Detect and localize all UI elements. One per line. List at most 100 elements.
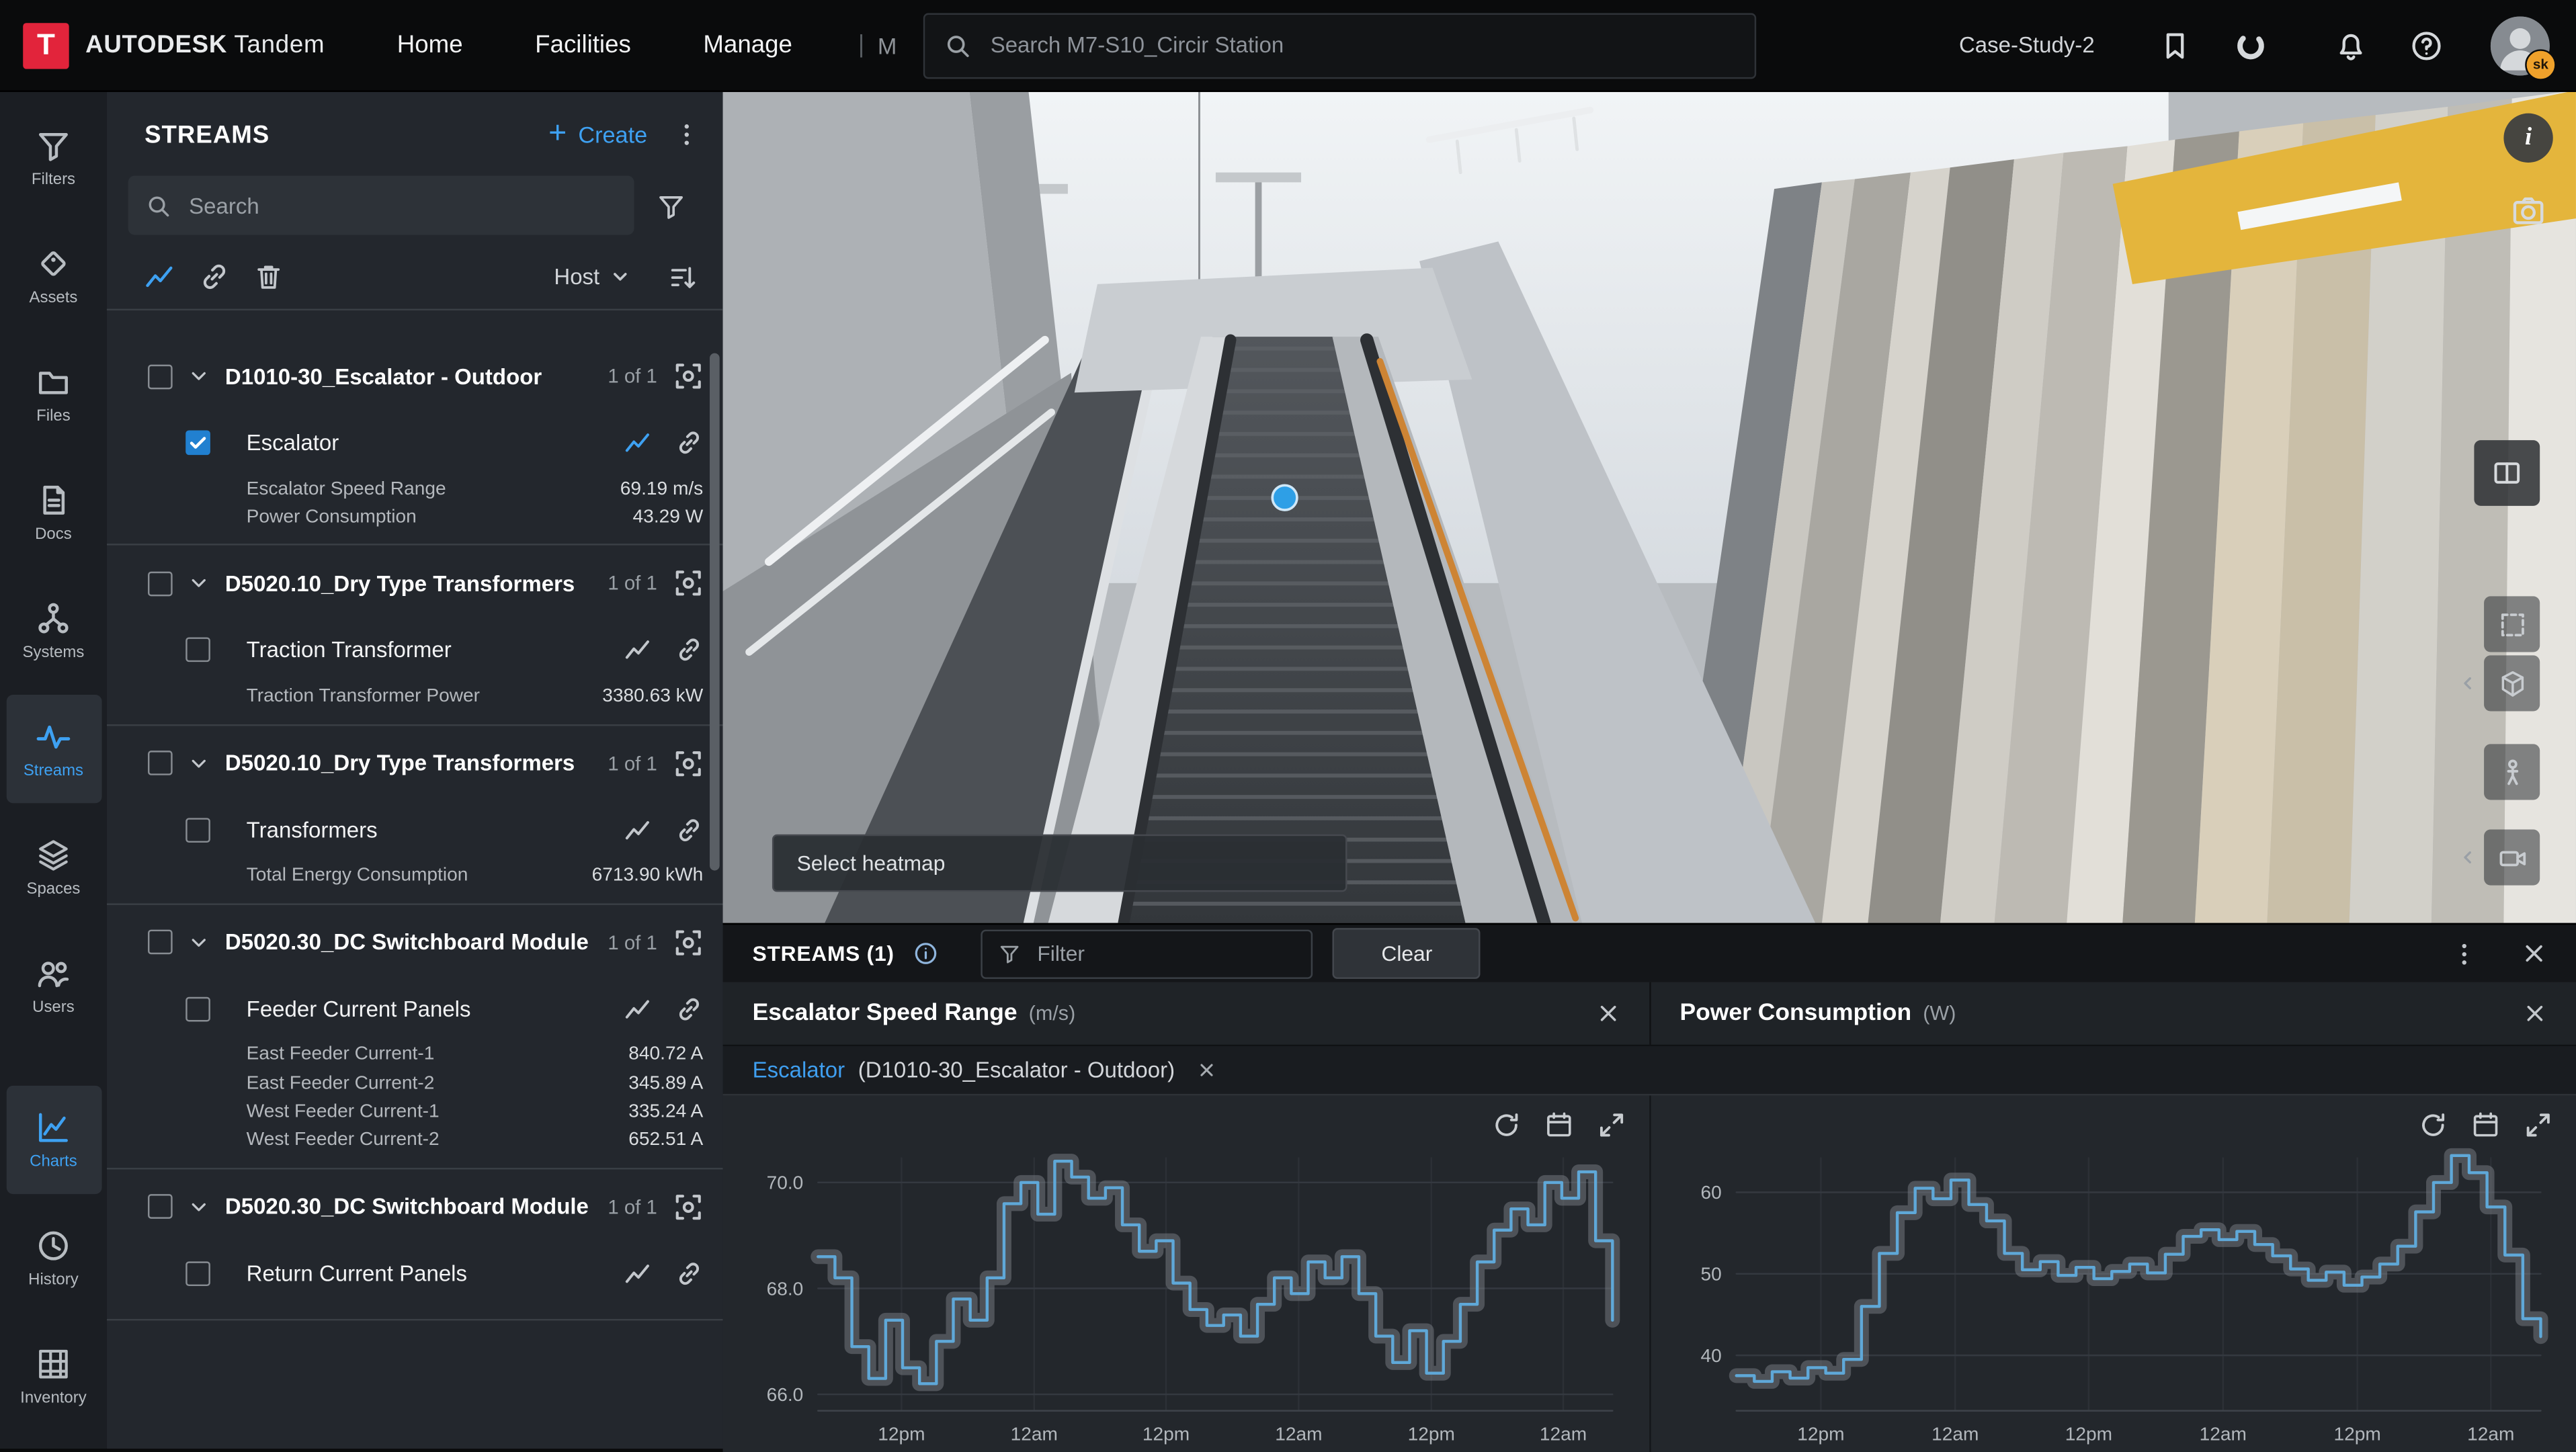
stream-checkbox[interactable] [185,638,210,663]
chart-icon[interactable] [624,1259,653,1287]
close-chart-icon[interactable] [1596,1002,1619,1025]
orbit-cube-button[interactable] [2484,655,2540,711]
nav-facilities[interactable]: Facilities [535,31,631,59]
link-icon[interactable] [675,1259,704,1287]
locate-in-view-icon[interactable] [673,569,703,599]
info-icon[interactable] [914,941,939,966]
clear-button[interactable]: Clear [1333,928,1481,979]
chevron-down-icon[interactable] [188,752,210,775]
stream-group-header[interactable]: D5020.30_DC Switchboard Module1 of 1 [107,908,723,975]
group-checkbox[interactable] [148,751,173,775]
link-icon[interactable] [675,995,704,1023]
sidebar-item-users[interactable]: Users [6,931,101,1039]
chevron-down-icon[interactable] [188,931,210,953]
nav-manage[interactable]: Manage [703,31,792,59]
host-dropdown[interactable]: Host [554,265,630,290]
chart-icon[interactable] [624,816,653,844]
link-icon[interactable] [675,636,704,665]
locate-in-view-icon[interactable] [673,928,703,957]
filter-input[interactable] [1034,939,1311,968]
stream-row[interactable]: Escalator [107,409,723,475]
avatar[interactable]: sk [2491,15,2550,75]
streams-filter-icon[interactable] [657,191,685,220]
chart-canvas[interactable]: 12pm12am12pm12am12pm12am66.068.070.0 [723,1095,1649,1451]
streams-search[interactable] [128,176,634,235]
stream-group-header[interactable]: D5020.10_Dry Type Transformers1 of 1 [107,549,723,616]
search-input[interactable] [987,31,1755,59]
stream-group-header[interactable]: D5020.10_Dry Type Transformers1 of 1 [107,728,723,796]
streams-filter[interactable] [981,929,1313,978]
bookmark-icon[interactable] [2159,29,2192,62]
stream-checkbox[interactable] [185,430,210,455]
group-checkbox[interactable] [148,571,173,596]
info-button[interactable]: i [2503,114,2552,163]
collapse-chevron-icon[interactable] [2458,673,2477,693]
sidebar-item-systems[interactable]: Systems [6,576,101,685]
stream-row[interactable]: Feeder Current Panels [107,975,723,1041]
first-person-button[interactable] [2484,744,2540,800]
group-checkbox[interactable] [148,1194,173,1219]
tandem-logo[interactable]: T [23,22,69,68]
tab-stream-name[interactable]: Escalator [753,1058,845,1082]
sidebar-item-docs[interactable]: Docs [6,458,101,566]
project-name[interactable]: Case-Study-2 [1959,33,2095,58]
trash-icon[interactable] [253,261,284,292]
stream-checkbox[interactable] [185,1261,210,1285]
refresh-icon[interactable] [2418,1110,2448,1140]
locate-in-view-icon[interactable] [673,749,703,778]
chart-canvas[interactable]: 12pm12am12pm12am12pm12am405060 [1651,1095,2576,1451]
sidebar-item-assets[interactable]: Assets [6,222,101,330]
sidebar-item-filters[interactable]: Filters [6,103,101,212]
kebab-icon[interactable] [2451,940,2477,966]
select-heatmap-dropdown[interactable]: Select heatmap [772,835,1347,892]
chart-view-toggle-icon[interactable] [144,261,175,292]
brand-text[interactable]: AUTODESK Tandem [85,31,325,59]
camera-view-button[interactable] [2484,829,2540,885]
sidebar-item-files[interactable]: Files [6,340,101,448]
sidebar-item-history[interactable]: History [6,1204,101,1312]
viewport-canvas[interactable] [723,90,2576,923]
split-view-button[interactable] [2474,440,2540,506]
streams-search-input[interactable] [185,191,634,220]
refresh-icon[interactable] [1491,1110,1520,1140]
create-stream-button[interactable]: +Create [548,117,647,153]
locate-in-view-icon[interactable] [673,361,703,391]
tab-close-icon[interactable] [1198,1061,1216,1079]
expand-icon[interactable] [1596,1110,1626,1140]
sort-icon[interactable] [667,262,696,292]
stream-row[interactable]: Transformers [107,796,723,862]
stream-row[interactable]: Return Current Panels [107,1239,723,1305]
reports-donut-icon[interactable] [2235,29,2268,62]
chevron-down-icon[interactable] [188,1195,210,1218]
sidebar-item-spaces[interactable]: Spaces [6,813,101,921]
chevron-down-icon[interactable] [188,365,210,388]
sidebar-item-streams[interactable]: Streams [6,695,101,803]
panel-kebab-icon[interactable] [673,122,700,148]
heatmap-point[interactable] [1272,485,1297,510]
chart-icon[interactable] [624,636,653,665]
close-icon[interactable] [2522,941,2546,966]
stream-group-header[interactable]: D5020.30_DC Switchboard Module1 of 1 [107,1172,723,1239]
nav-home[interactable]: Home [397,31,463,59]
link-icon[interactable] [675,816,704,844]
chevron-down-icon[interactable] [188,572,210,595]
selection-box-button[interactable] [2484,596,2540,652]
stream-row[interactable]: Traction Transformer [107,617,723,683]
calendar-icon[interactable] [2471,1110,2501,1140]
notifications-bell-icon[interactable] [2335,29,2368,62]
chart-icon[interactable] [624,429,653,457]
group-checkbox[interactable] [148,364,173,388]
help-icon[interactable] [2410,29,2443,62]
sidebar-item-inventory[interactable]: Inventory [6,1322,101,1430]
snapshot-camera-icon[interactable] [2510,192,2546,228]
chart-icon[interactable] [624,995,653,1023]
group-checkbox[interactable] [148,930,173,955]
link-icon[interactable] [675,429,704,457]
sidebar-item-charts[interactable]: Charts [6,1086,101,1194]
close-chart-icon[interactable] [2524,1002,2546,1025]
collapse-chevron-icon[interactable] [2458,847,2477,867]
expand-icon[interactable] [2524,1110,2553,1140]
global-search[interactable] [923,12,1755,78]
stream-group-header[interactable]: D1010-30_Escalator - Outdoor1 of 1 [107,341,723,409]
connections-icon[interactable] [199,261,230,292]
